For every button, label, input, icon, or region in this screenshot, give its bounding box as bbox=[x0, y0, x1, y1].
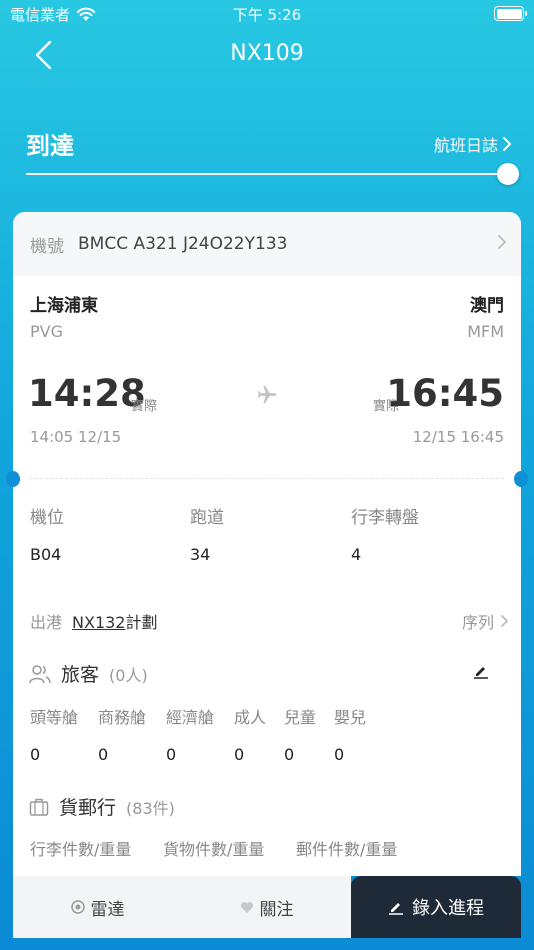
aircraft-value: BMCC A321 J24O22Y133 bbox=[78, 234, 288, 254]
flight-log-label: 航班日誌 bbox=[433, 136, 498, 155]
adult-label: 成人 bbox=[234, 708, 267, 727]
edit-pen-icon[interactable] bbox=[473, 663, 489, 679]
runway-label: 跑道 bbox=[190, 508, 224, 528]
bottom-action-bar: 雷達 關注 錄入進程 bbox=[13, 876, 521, 938]
passengers-title: 旅客 bbox=[61, 664, 100, 686]
mail-count-weight-label: 郵件件數/重量 bbox=[296, 840, 398, 859]
heart-icon bbox=[240, 901, 253, 913]
chevron-right-icon bbox=[503, 137, 512, 151]
ticket-divider bbox=[30, 478, 504, 479]
passengers-count: (0人) bbox=[109, 665, 148, 685]
departure-row[interactable]: 出港 NX132計劃 bbox=[30, 609, 158, 633]
flight-progress-track bbox=[26, 163, 519, 185]
bottom-left-group: 雷達 關注 bbox=[13, 876, 351, 938]
airplane-icon bbox=[257, 385, 277, 404]
business-class-value: 0 bbox=[98, 745, 109, 764]
battery-icon bbox=[494, 6, 527, 21]
flight-status-label: 到達 bbox=[26, 132, 74, 160]
chevron-right-icon bbox=[498, 235, 507, 249]
business-class-label: 商務艙 bbox=[98, 708, 147, 727]
clock: 下午 5:26 bbox=[232, 6, 302, 24]
departure-plan: 計劃 bbox=[125, 613, 158, 632]
departure-flight-link[interactable]: NX132 bbox=[72, 613, 125, 632]
economy-class-value: 0 bbox=[166, 745, 177, 764]
radar-icon bbox=[70, 900, 85, 914]
follow-button[interactable]: 關注 bbox=[182, 876, 351, 938]
flight-log-link[interactable]: 航班日誌 bbox=[434, 132, 512, 156]
flight-progress-knob bbox=[497, 163, 519, 185]
carousel-value: 4 bbox=[351, 545, 362, 564]
page-title: NX109 bbox=[230, 41, 304, 66]
destination-scheduled: 12/15 16:45 bbox=[412, 428, 504, 446]
status-bar: 電信業者 下午 5:26 bbox=[0, 0, 534, 28]
origin-actual-time: 14:28 bbox=[28, 372, 146, 415]
freight-count-weight-label: 貨物件數/重量 bbox=[163, 840, 265, 859]
ticket-notch-left bbox=[6, 471, 20, 487]
stand-value: B04 bbox=[30, 545, 62, 564]
nav-bar: NX109 bbox=[0, 28, 534, 82]
destination-code: MFM bbox=[467, 322, 504, 341]
baggage-count-weight-label: 行李件數/重量 bbox=[30, 840, 132, 859]
edit-pen-icon bbox=[389, 903, 403, 915]
radar-label: 雷達 bbox=[90, 899, 125, 920]
aircraft-row[interactable]: 機號 BMCC A321 J24O22Y133 bbox=[13, 212, 521, 276]
aircraft-label: 機號 bbox=[30, 236, 64, 257]
cargo-header: 貨郵行 (83件) bbox=[29, 793, 175, 820]
child-value: 0 bbox=[284, 745, 295, 764]
chevron-right-icon bbox=[501, 615, 509, 627]
infant-label: 嬰兒 bbox=[334, 708, 367, 727]
detail-panel: 出港 NX132計劃 序列 旅客 (0人) 頭等艙 商務艙 經濟艙 成人 兒童 嬰… bbox=[13, 576, 521, 876]
origin-scheduled: 14:05 12/15 bbox=[30, 428, 122, 446]
adult-value: 0 bbox=[234, 745, 245, 764]
first-class-label: 頭等艙 bbox=[30, 708, 79, 727]
carousel-label: 行李轉盤 bbox=[351, 508, 419, 528]
origin-actual-tag: 實際 bbox=[131, 399, 158, 414]
origin-city: 上海浦東 bbox=[30, 296, 98, 316]
cargo-count: (83件) bbox=[126, 798, 175, 818]
flight-card: 機號 BMCC A321 J24O22Y133 上海浦東 澳門 PVG MFM … bbox=[13, 212, 521, 576]
ticket-notch-right bbox=[514, 471, 528, 487]
child-label: 兒童 bbox=[284, 708, 317, 727]
origin-code: PVG bbox=[30, 322, 63, 341]
departure-label: 出港 bbox=[30, 613, 63, 632]
stand-label: 機位 bbox=[30, 508, 64, 528]
first-class-value: 0 bbox=[30, 745, 41, 764]
flight-progress-fill bbox=[26, 173, 508, 175]
record-progress-button[interactable]: 錄入進程 bbox=[351, 876, 521, 938]
record-progress-label: 錄入進程 bbox=[412, 898, 484, 919]
people-icon bbox=[29, 664, 51, 683]
cargo-title: 貨郵行 bbox=[59, 797, 117, 819]
economy-class-label: 經濟艙 bbox=[166, 708, 215, 727]
sequence-link[interactable]: 序列 bbox=[462, 609, 509, 633]
sequence-label: 序列 bbox=[461, 613, 494, 632]
runway-value: 34 bbox=[190, 545, 211, 564]
destination-city: 澳門 bbox=[470, 296, 504, 316]
destination-actual-time: 16:45 bbox=[386, 372, 504, 415]
luggage-icon bbox=[29, 798, 49, 816]
passengers-header: 旅客 (0人) bbox=[29, 660, 148, 687]
radar-button[interactable]: 雷達 bbox=[13, 876, 182, 938]
infant-value: 0 bbox=[334, 745, 345, 764]
follow-label: 關注 bbox=[259, 899, 294, 920]
